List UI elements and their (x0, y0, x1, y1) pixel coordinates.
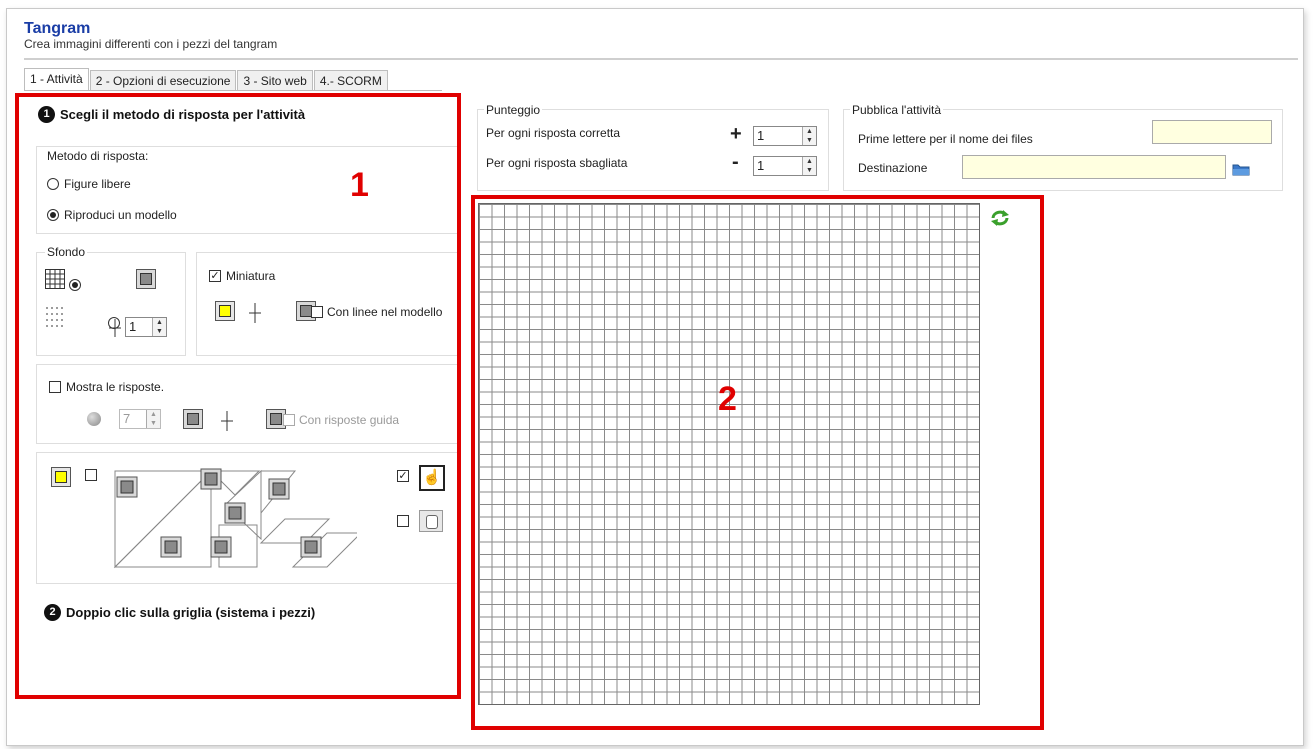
wrong-score-stepper[interactable]: 1 ▲ ▼ (753, 156, 817, 176)
correct-answer-label: Per ogni risposta corretta (486, 126, 621, 140)
correct-score-stepper[interactable]: 1 ▲ ▼ (753, 126, 817, 146)
wrong-sign: - (732, 151, 739, 173)
tab-scorm[interactable]: 4.- SCORM (313, 70, 388, 91)
page-title: Tangram (24, 20, 91, 37)
annotation-box-2 (471, 195, 1044, 730)
wrong-answer-label: Per ogni risposta sbagliata (486, 156, 628, 170)
stepper-arrows[interactable]: ▲ ▼ (802, 157, 816, 175)
correct-sign: + (730, 123, 742, 145)
annotation-label-2: 2 (718, 380, 737, 418)
destination-input[interactable] (962, 155, 1226, 179)
destination-label: Destinazione (858, 161, 928, 175)
publish-label: Pubblica l'attività (850, 103, 944, 117)
annotation-label-1: 1 (350, 166, 369, 204)
annotation-box-1 (15, 93, 461, 699)
stepper-arrows[interactable]: ▲ ▼ (802, 127, 816, 145)
score-group: Punteggio Per ogni risposta corretta + 1… (477, 103, 829, 191)
correct-score-value: 1 (757, 128, 765, 143)
tab-underline (24, 90, 442, 91)
tab-website[interactable]: 3 - Sito web (237, 70, 313, 91)
file-prefix-label: Prime lettere per il nome dei files (858, 132, 1033, 146)
folder-icon[interactable] (1232, 162, 1250, 176)
page-subtitle: Crea immagini differenti con i pezzi del… (24, 37, 278, 51)
publish-group: Pubblica l'attività Prime lettere per il… (843, 103, 1283, 191)
tab-execution-options[interactable]: 2 - Opzioni di esecuzione (89, 70, 237, 91)
header-divider (24, 58, 1298, 60)
file-prefix-input[interactable] (1152, 120, 1272, 144)
score-label: Punteggio (484, 103, 543, 117)
tab-bar: 1 - Attività 2 - Opzioni di esecuzione 3… (24, 68, 389, 91)
wrong-score-value: 1 (757, 158, 765, 173)
tab-activity[interactable]: 1 - Attività (24, 68, 89, 91)
